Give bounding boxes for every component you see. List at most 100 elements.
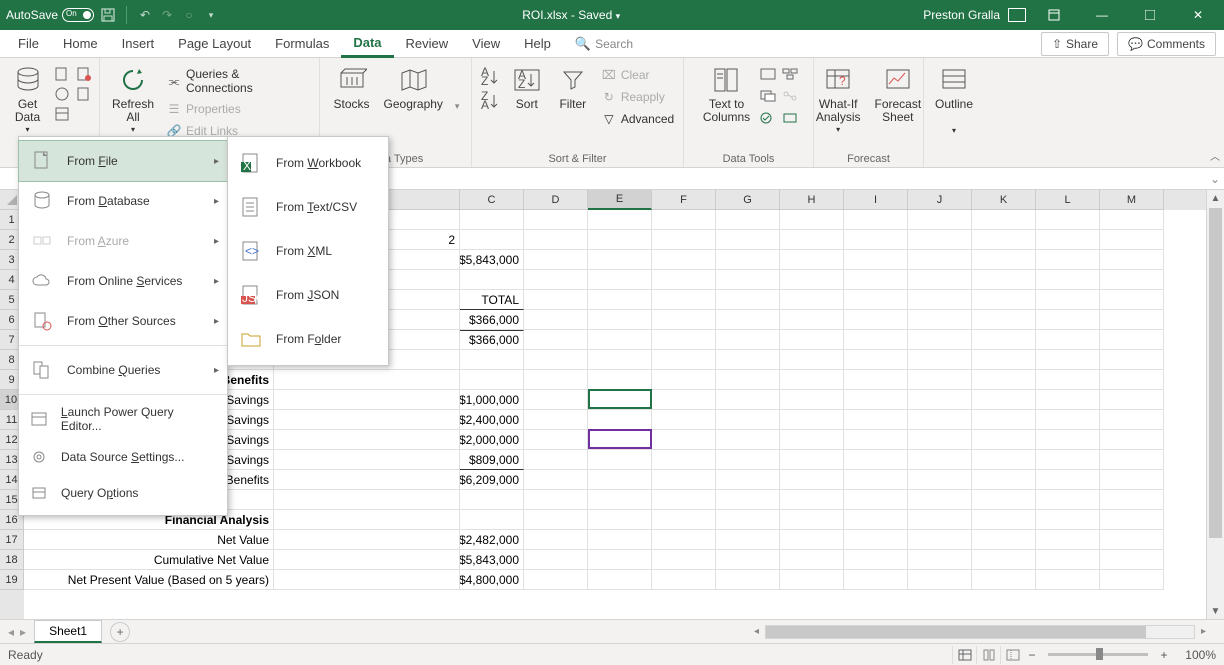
- cell-F17[interactable]: [652, 530, 716, 550]
- cell-M17[interactable]: [1100, 530, 1164, 550]
- normal-view-icon[interactable]: [952, 646, 976, 664]
- cell-H12[interactable]: [780, 430, 844, 450]
- row-header-19[interactable]: 19: [0, 570, 24, 590]
- cell-D7[interactable]: [524, 330, 588, 350]
- cell-E7[interactable]: [588, 330, 652, 350]
- tab-data[interactable]: Data: [341, 30, 393, 58]
- ribbon-display-icon[interactable]: [1034, 1, 1074, 29]
- cell-L2[interactable]: [1036, 230, 1100, 250]
- cell-G9[interactable]: [716, 370, 780, 390]
- cell-F11[interactable]: [652, 410, 716, 430]
- cell-D16[interactable]: [524, 510, 588, 530]
- cell-G4[interactable]: [716, 270, 780, 290]
- cell-E18[interactable]: [588, 550, 652, 570]
- cell-E15[interactable]: [588, 490, 652, 510]
- cell-J6[interactable]: [908, 310, 972, 330]
- cell-B16[interactable]: [274, 510, 460, 530]
- cell-C12[interactable]: $2,000,000: [460, 430, 524, 450]
- cell-L16[interactable]: [1036, 510, 1100, 530]
- cell-L7[interactable]: [1036, 330, 1100, 350]
- cell-C1[interactable]: [460, 210, 524, 230]
- zoom-slider[interactable]: [1048, 653, 1148, 656]
- refresh-all-button[interactable]: Refresh All▾: [108, 62, 158, 137]
- cell-I6[interactable]: [844, 310, 908, 330]
- cell-A19[interactable]: Net Present Value (Based on 5 years): [24, 570, 274, 590]
- cell-H6[interactable]: [780, 310, 844, 330]
- cell-G8[interactable]: [716, 350, 780, 370]
- user-avatar-icon[interactable]: [1008, 8, 1026, 22]
- cell-I17[interactable]: [844, 530, 908, 550]
- cell-L19[interactable]: [1036, 570, 1100, 590]
- row-header-17[interactable]: 17: [0, 530, 24, 550]
- cell-K13[interactable]: [972, 450, 1036, 470]
- cell-G2[interactable]: [716, 230, 780, 250]
- cell-M13[interactable]: [1100, 450, 1164, 470]
- comments-button[interactable]: 💬Comments: [1117, 32, 1216, 56]
- cell-E8[interactable]: [588, 350, 652, 370]
- cell-E19[interactable]: [588, 570, 652, 590]
- cell-D17[interactable]: [524, 530, 588, 550]
- cell-I10[interactable]: [844, 390, 908, 410]
- redo-icon[interactable]: ↷: [159, 7, 175, 23]
- autosave-toggle[interactable]: AutoSave On: [6, 8, 94, 22]
- cell-K4[interactable]: [972, 270, 1036, 290]
- cell-G7[interactable]: [716, 330, 780, 350]
- cell-H4[interactable]: [780, 270, 844, 290]
- zoom-level[interactable]: 100%: [1172, 648, 1216, 662]
- cell-D13[interactable]: [524, 450, 588, 470]
- user-name[interactable]: Preston Gralla: [923, 8, 1000, 22]
- cell-E11[interactable]: [588, 410, 652, 430]
- vscroll-thumb[interactable]: [1209, 208, 1222, 538]
- cell-C11[interactable]: $2,400,000: [460, 410, 524, 430]
- minimize-icon[interactable]: —: [1082, 1, 1122, 29]
- cell-M15[interactable]: [1100, 490, 1164, 510]
- cell-G3[interactable]: [716, 250, 780, 270]
- cell-C19[interactable]: $4,800,000: [460, 570, 524, 590]
- cell-F18[interactable]: [652, 550, 716, 570]
- col-header-M[interactable]: M: [1100, 190, 1164, 210]
- undo-icon[interactable]: ↶: [137, 7, 153, 23]
- tab-insert[interactable]: Insert: [110, 30, 167, 58]
- cell-L5[interactable]: [1036, 290, 1100, 310]
- cell-L18[interactable]: [1036, 550, 1100, 570]
- page-break-view-icon[interactable]: [1000, 646, 1024, 664]
- cell-K2[interactable]: [972, 230, 1036, 250]
- submenu-from-text-csv[interactable]: From Text/CSV: [228, 185, 388, 229]
- cell-D10[interactable]: [524, 390, 588, 410]
- cell-B19[interactable]: [274, 570, 460, 590]
- cell-J1[interactable]: [908, 210, 972, 230]
- cell-D1[interactable]: [524, 210, 588, 230]
- cell-H19[interactable]: [780, 570, 844, 590]
- col-header-E[interactable]: E: [588, 190, 652, 210]
- cell-B14[interactable]: [274, 470, 460, 490]
- cell-M18[interactable]: [1100, 550, 1164, 570]
- tab-home[interactable]: Home: [51, 30, 110, 58]
- col-header-D[interactable]: D: [524, 190, 588, 210]
- cell-C6[interactable]: $366,000: [460, 310, 524, 330]
- cell-J15[interactable]: [908, 490, 972, 510]
- cell-F6[interactable]: [652, 310, 716, 330]
- menu-from-other[interactable]: From Other Sources ▸: [19, 301, 227, 341]
- cell-J10[interactable]: [908, 390, 972, 410]
- forecast-sheet-button[interactable]: Forecast Sheet: [871, 62, 926, 126]
- advanced-filter-button[interactable]: ▽Advanced: [599, 110, 676, 128]
- cell-D4[interactable]: [524, 270, 588, 290]
- cell-E4[interactable]: [588, 270, 652, 290]
- hscroll-right-icon[interactable]: ▸: [1201, 626, 1206, 637]
- cell-M8[interactable]: [1100, 350, 1164, 370]
- cell-G6[interactable]: [716, 310, 780, 330]
- cell-G18[interactable]: [716, 550, 780, 570]
- search-box[interactable]: 🔍 Search: [563, 30, 645, 58]
- page-layout-view-icon[interactable]: [976, 646, 1000, 664]
- cell-J3[interactable]: [908, 250, 972, 270]
- col-header-H[interactable]: H: [780, 190, 844, 210]
- cell-I4[interactable]: [844, 270, 908, 290]
- cell-C7[interactable]: $366,000: [460, 330, 524, 350]
- cell-L8[interactable]: [1036, 350, 1100, 370]
- menu-query-options[interactable]: Query Options: [19, 475, 227, 511]
- data-validation-icon[interactable]: [760, 110, 776, 126]
- menu-data-source-settings[interactable]: Data Source Settings...: [19, 439, 227, 475]
- expand-formula-bar-icon[interactable]: ⌄: [1206, 172, 1224, 186]
- get-data-button[interactable]: Get Data▾: [8, 62, 48, 137]
- cell-G13[interactable]: [716, 450, 780, 470]
